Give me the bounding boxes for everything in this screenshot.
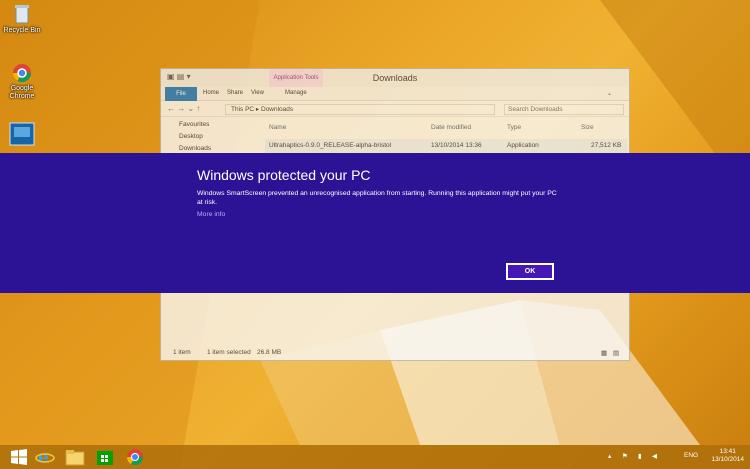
- tab-file[interactable]: File: [165, 87, 197, 101]
- breadcrumb-downloads[interactable]: Downloads: [261, 106, 293, 113]
- file-row[interactable]: Ultrahaptics-0.9.0_RELEASE-alpha-bristol…: [265, 139, 627, 153]
- clock-time: 13:41: [719, 448, 736, 455]
- details-view-icon[interactable]: ▦: [601, 349, 607, 357]
- breadcrumb-this-pc[interactable]: This PC: [231, 106, 254, 113]
- recycle-bin-icon: [15, 5, 29, 24]
- dialog-title: Windows protected your PC: [197, 167, 371, 183]
- breadcrumb[interactable]: This PC ▸ Downloads: [225, 104, 495, 115]
- internet-explorer-icon: e: [35, 448, 55, 468]
- column-type[interactable]: Type: [507, 124, 521, 131]
- file-explorer-icon: [65, 450, 85, 466]
- store-icon: [97, 451, 113, 465]
- app-icon: [9, 122, 35, 146]
- language-indicator[interactable]: ENG: [684, 452, 698, 459]
- window-title: Downloads: [372, 73, 418, 83]
- taskbar-chrome[interactable]: [120, 446, 150, 468]
- nav-item-favourites[interactable]: Favourites: [161, 119, 259, 131]
- file-date: 13/10/2014 13:36: [431, 142, 482, 149]
- smartscreen-dialog: Windows protected your PC Windows SmartS…: [0, 153, 750, 293]
- file-type: Application: [507, 142, 539, 149]
- column-date[interactable]: Date modified: [431, 124, 471, 131]
- chrome-icon: [12, 64, 32, 83]
- tab-view[interactable]: View: [251, 90, 264, 96]
- desktop-icon-label: Google Chrome: [9, 85, 35, 100]
- nav-buttons[interactable]: ← → ⌄ ↑: [167, 104, 200, 113]
- column-size[interactable]: Size: [581, 124, 594, 131]
- volume-icon[interactable]: ◀: [652, 452, 657, 460]
- title-bar: ▣ ▤ ▾ Application Tools Downloads: [161, 69, 629, 87]
- address-bar-row: ← → ⌄ ↑ This PC ▸ Downloads Search Downl…: [161, 101, 629, 117]
- status-size: 26.8 MB: [257, 349, 282, 356]
- tab-manage[interactable]: Manage: [285, 90, 307, 96]
- ribbon-expand-icon[interactable]: ⌄: [607, 90, 612, 97]
- show-hidden-icons[interactable]: ▴: [608, 452, 611, 460]
- status-selected: 1 item selected: [207, 349, 251, 356]
- taskbar-store[interactable]: [90, 446, 120, 468]
- ok-button[interactable]: OK: [506, 263, 554, 280]
- taskbar: e ▴ ⚑ ▮ ◀ ENG 13:41 13/10/2014: [0, 445, 750, 469]
- search-input[interactable]: Search Downloads: [504, 104, 624, 115]
- file-name: Ultrahaptics-0.9.0_RELEASE-alpha-bristol: [269, 142, 392, 149]
- ribbon-tabs: File Home Share View Manage ⌄: [161, 87, 629, 101]
- start-icon: [11, 449, 27, 465]
- desktop-icon-app[interactable]: [2, 122, 42, 148]
- file-size: 27,512 KB: [591, 142, 622, 149]
- chrome-icon: [126, 449, 144, 466]
- tab-share[interactable]: Share: [227, 90, 243, 96]
- dialog-message: Windows SmartScreen prevented an unrecog…: [197, 190, 557, 206]
- desktop-icon-label: Recycle Bin: [3, 27, 41, 34]
- more-info-link[interactable]: More info: [197, 211, 225, 218]
- action-center-icon[interactable]: ⚑: [622, 452, 628, 460]
- tab-home[interactable]: Home: [203, 90, 219, 96]
- nav-item-desktop[interactable]: Desktop: [161, 131, 259, 143]
- status-item-count: 1 item: [173, 349, 191, 356]
- clock-date: 13/10/2014: [711, 456, 744, 463]
- column-headers: Name Date modified Type Size: [265, 121, 627, 135]
- taskbar-internet-explorer[interactable]: e: [30, 446, 60, 468]
- desktop: Recycle Bin Google Chrome ▣ ▤ ▾ Applicat…: [0, 0, 750, 469]
- network-icon[interactable]: ▮: [638, 452, 642, 460]
- clock[interactable]: 13:41 13/10/2014: [711, 448, 744, 464]
- desktop-icon-chrome[interactable]: Google Chrome: [2, 63, 42, 101]
- svg-text:e: e: [38, 448, 49, 467]
- desktop-icon-recycle-bin[interactable]: Recycle Bin: [2, 3, 42, 35]
- large-icons-view-icon[interactable]: ▤: [613, 349, 619, 357]
- column-name[interactable]: Name: [269, 124, 286, 131]
- status-bar: 1 item 1 item selected 26.8 MB ▦ ▤: [161, 346, 629, 360]
- taskbar-file-explorer[interactable]: [60, 446, 90, 468]
